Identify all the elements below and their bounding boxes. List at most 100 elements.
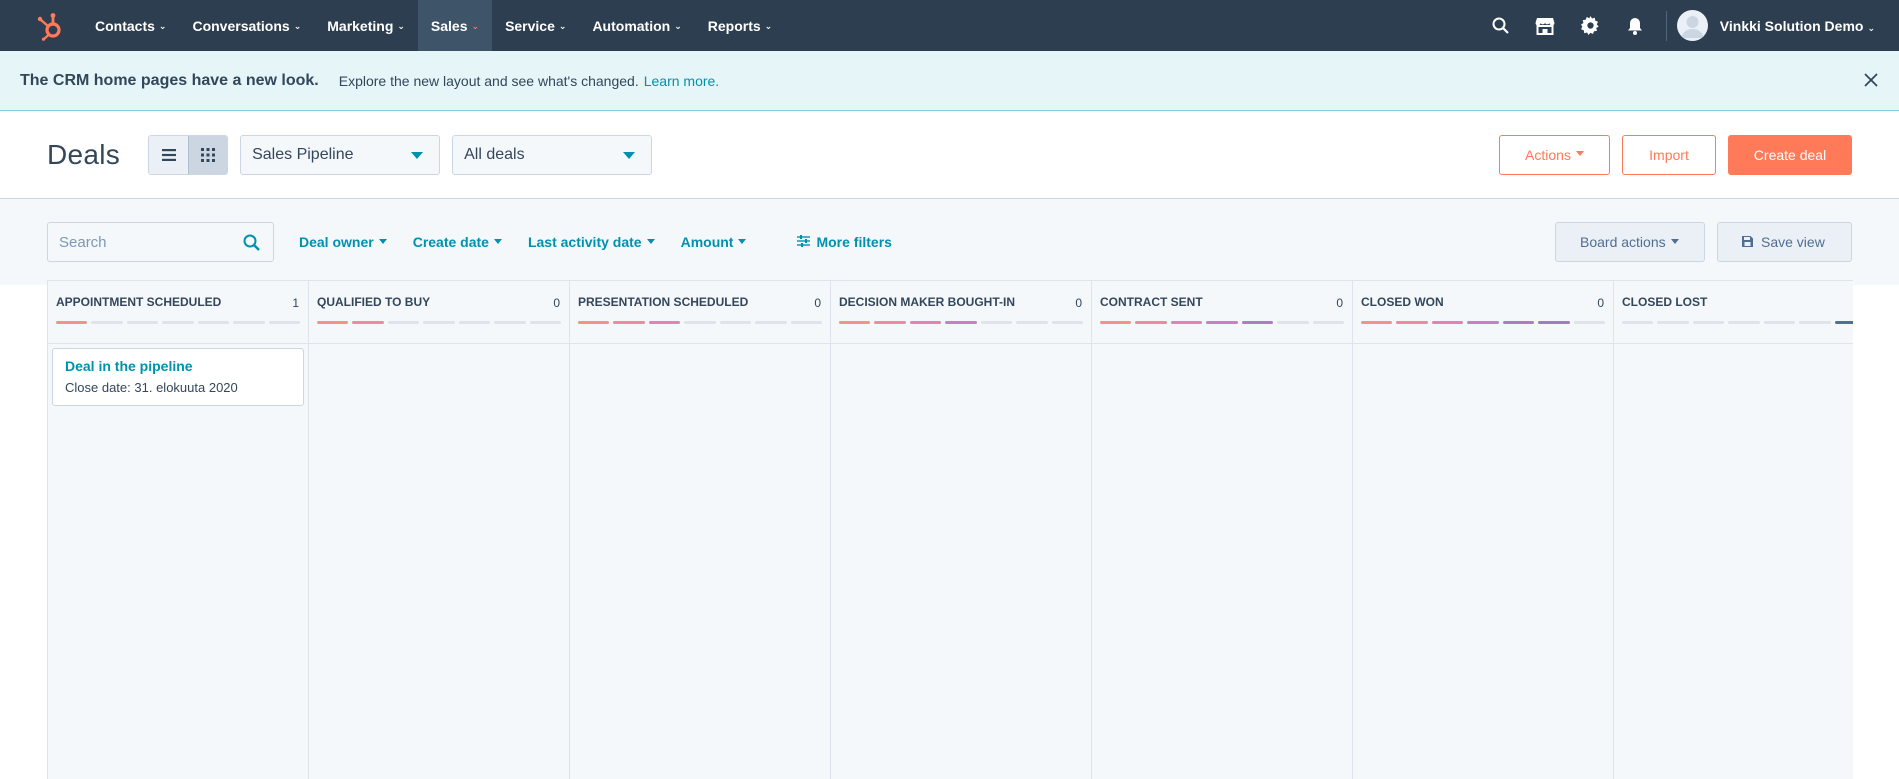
progress-segment — [1135, 321, 1167, 324]
create-deal-button[interactable]: Create deal — [1728, 134, 1852, 175]
progress-segment — [790, 321, 822, 324]
nav-item-label: Automation — [592, 17, 671, 34]
progress-segment — [1396, 321, 1428, 324]
banner-title: The CRM home pages have a new look. — [20, 71, 319, 89]
board-actions-button[interactable]: Board actions — [1555, 222, 1705, 262]
progress-segment — [1100, 321, 1132, 324]
progress-segment — [529, 321, 561, 324]
top-navigation: Contacts ⌄ Conversations ⌄ Marketing ⌄ Sales ⌄ S… — [0, 0, 1899, 51]
stage-count: 0 — [553, 296, 560, 310]
progress-segment — [578, 321, 610, 324]
search-icon[interactable] — [1478, 0, 1523, 51]
stage-progress-bar — [578, 321, 822, 324]
pipeline-select[interactable]: Sales Pipeline — [240, 134, 441, 175]
save-view-button[interactable]: Save view — [1717, 222, 1852, 262]
nav-item-automation[interactable]: Automation ⌄ — [579, 0, 694, 51]
nav-item-service[interactable]: Service ⌄ — [492, 0, 579, 51]
stage-cards — [1614, 344, 1853, 352]
stage-progress-bar — [839, 321, 1083, 324]
progress-segment — [1170, 321, 1203, 324]
view-select[interactable]: All deals — [452, 134, 653, 175]
list-view-icon[interactable] — [149, 135, 189, 174]
last-activity-date-filter[interactable]: Last activity date — [528, 234, 655, 250]
progress-segment — [162, 321, 194, 324]
board-actions-label: Board actions — [1580, 234, 1666, 250]
chevron-down-icon: ⌄ — [764, 21, 773, 31]
stage-header: PRESENTATION SCHEDULED 0 — [570, 281, 830, 344]
stage-header: CLOSED LOST — [1614, 281, 1853, 344]
save-disk-icon — [1742, 234, 1753, 250]
stage-name: PRESENTATION SCHEDULED — [578, 295, 749, 309]
progress-segment — [1051, 321, 1083, 324]
progress-segment — [1799, 321, 1831, 324]
nav-item-conversations[interactable]: Conversations ⌄ — [179, 0, 314, 51]
progress-segment — [839, 321, 871, 324]
actions-button[interactable]: Actions — [1499, 134, 1610, 175]
search-input[interactable] — [48, 233, 228, 251]
progress-segment — [909, 321, 942, 324]
nav-item-label: Sales — [430, 17, 468, 34]
search-icon[interactable] — [243, 234, 260, 256]
progress-segment — [1361, 321, 1393, 324]
nav-item-marketing[interactable]: Marketing ⌄ — [314, 0, 418, 51]
progress-segment — [1016, 321, 1048, 324]
stage-column: CLOSED WON 0 — [1353, 281, 1614, 779]
nav-item-reports[interactable]: Reports ⌄ — [695, 0, 785, 51]
stage-header: QUALIFIED TO BUY 0 — [309, 281, 569, 344]
marketplace-icon[interactable] — [1523, 0, 1568, 51]
create-date-filter[interactable]: Create date — [413, 234, 502, 250]
progress-segment — [317, 321, 349, 324]
settings-gear-icon[interactable] — [1568, 0, 1613, 51]
progress-segment — [126, 321, 159, 324]
deal-owner-filter[interactable]: Deal owner — [299, 234, 387, 250]
stage-column: PRESENTATION SCHEDULED 0 — [570, 281, 831, 779]
progress-segment — [91, 321, 123, 324]
last-activity-label: Last activity date — [527, 234, 642, 250]
user-avatar-icon[interactable] — [1676, 10, 1708, 41]
stage-header: CONTRACT SENT 0 — [1092, 281, 1352, 344]
sliders-icon — [797, 234, 811, 250]
account-menu[interactable]: Vinkki Solution Demo ⌄ — [1720, 18, 1875, 34]
stage-header: APPOINTMENT SCHEDULED 1 — [48, 281, 308, 344]
page-header: Deals Sales Pipeline All deals Actions I… — [0, 111, 1899, 199]
nav-item-contacts[interactable]: Contacts ⌄ — [82, 0, 179, 51]
stage-cards — [1092, 344, 1352, 352]
deal-card[interactable]: Deal in the pipeline Close date: 31. elok… — [52, 348, 304, 406]
notifications-bell-icon[interactable] — [1613, 0, 1658, 51]
account-name: Vinkki Solution Demo — [1719, 17, 1864, 34]
amount-filter[interactable]: Amount — [681, 234, 747, 250]
stage-progress-bar — [1100, 321, 1344, 324]
stage-cards — [570, 344, 830, 352]
stage-column: QUALIFIED TO BUY 0 — [309, 281, 570, 779]
caret-down-icon — [378, 238, 387, 244]
progress-segment — [352, 321, 384, 324]
stage-header: DECISION MAKER BOUGHT-IN 0 — [831, 281, 1091, 344]
hubspot-logo-icon[interactable] — [18, 0, 82, 51]
banner-text: Explore the new layout and see what's ch… — [338, 72, 639, 89]
progress-segment — [1573, 321, 1605, 324]
stage-column: CLOSED LOST — [1614, 281, 1853, 779]
learn-more-link[interactable]: Learn more. — [644, 73, 719, 89]
more-filters-button[interactable]: More filters — [797, 234, 892, 250]
stage-column: APPOINTMENT SCHEDULED 1 Deal in the pipeli… — [48, 281, 309, 779]
close-date-value: 31. elokuuta 2020 — [134, 380, 238, 395]
progress-segment — [755, 321, 787, 324]
caret-down-icon — [623, 151, 636, 159]
stage-header: CLOSED WON 0 — [1353, 281, 1613, 344]
pipeline-select-value: Sales Pipeline — [252, 145, 354, 163]
caret-down-icon — [646, 238, 655, 244]
import-button[interactable]: Import — [1622, 134, 1716, 175]
nav-item-label: Reports — [707, 17, 761, 34]
chevron-down-icon: ⌄ — [674, 21, 682, 31]
stage-progress-bar — [56, 321, 300, 324]
nav-item-sales[interactable]: Sales ⌄ — [417, 0, 493, 51]
progress-segment — [1431, 321, 1464, 324]
chevron-down-icon: ⌄ — [293, 21, 302, 31]
chevron-down-icon: ⌄ — [471, 21, 480, 31]
board-view-icon[interactable] — [188, 135, 228, 174]
chevron-down-icon: ⌄ — [558, 21, 567, 31]
notice-banner: The CRM home pages have a new look. Expl… — [0, 51, 1899, 111]
close-icon[interactable] — [1861, 70, 1881, 90]
deal-card-close-date: Close date: 31. elokuuta 2020 — [65, 380, 291, 395]
deal-card-title[interactable]: Deal in the pipeline — [65, 358, 291, 374]
